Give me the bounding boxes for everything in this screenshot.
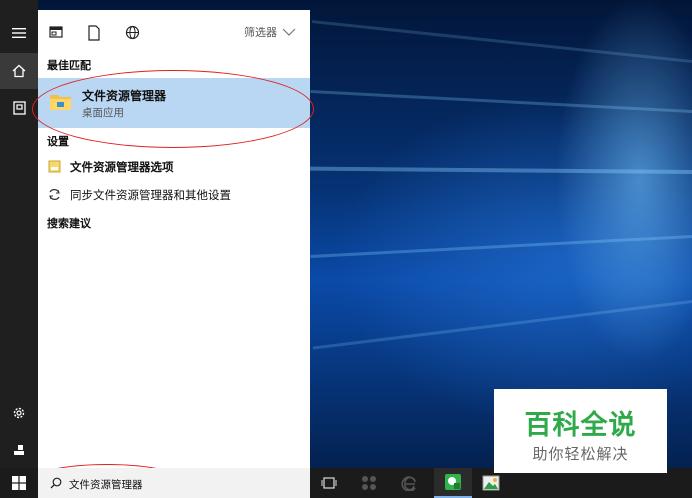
search-suggestions-heading: 搜索建议 — [47, 217, 91, 230]
best-match-heading: 最佳匹配 — [47, 59, 91, 72]
settings-gear-icon[interactable] — [0, 395, 38, 431]
search-icon — [50, 477, 62, 492]
task-view-icon[interactable] — [310, 468, 348, 498]
start-left-rail — [0, 0, 38, 468]
menu-icon[interactable] — [0, 15, 38, 51]
folder-options-icon — [48, 160, 61, 176]
green-app-icon[interactable] — [434, 468, 472, 498]
chevron-down-icon — [282, 28, 296, 36]
settings-item-label: 文件资源管理器选项 — [70, 160, 174, 174]
documents-icon[interactable] — [0, 90, 38, 126]
edge-browser-icon[interactable] — [390, 468, 428, 498]
search-input[interactable]: 文件资源管理器 — [69, 477, 143, 492]
best-match-title: 文件资源管理器 — [82, 89, 167, 103]
filter-label: 筛选器 — [244, 26, 277, 39]
home-icon[interactable] — [0, 53, 38, 89]
filter-dropdown[interactable]: 筛选器 — [244, 24, 296, 40]
search-scope-bar: 筛选器 — [38, 10, 310, 54]
windows-start-icon[interactable] — [0, 468, 38, 498]
best-match-result[interactable]: 文件资源管理器 桌面应用 — [38, 78, 310, 128]
file-explorer-folder-icon — [49, 90, 73, 117]
settings-item-sync[interactable]: 同步文件资源管理器和其他设置 — [38, 182, 310, 208]
watermark-tagline: 助你轻松解决 — [532, 445, 629, 463]
app-tiles-icon[interactable] — [350, 468, 388, 498]
settings-item-label: 同步文件资源管理器和其他设置 — [70, 188, 231, 202]
best-match-subtitle: 桌面应用 — [82, 107, 124, 119]
settings-item-folder-options[interactable]: 文件资源管理器选项 — [38, 154, 310, 180]
sync-icon — [48, 188, 61, 204]
baike-watermark-logo: 百科全说 助你轻松解决 — [494, 389, 667, 473]
settings-heading: 设置 — [47, 135, 69, 148]
documents-scope-icon[interactable] — [87, 25, 103, 41]
account-icon[interactable] — [0, 432, 38, 468]
web-scope-icon[interactable] — [125, 25, 141, 41]
search-results-panel: 筛选器 最佳匹配 文件资源管理器 桌面应用 设置 文件资源管理器选项 同步文件资… — [38, 10, 310, 468]
apps-scope-icon[interactable] — [49, 25, 65, 41]
taskbar-search-box[interactable]: 文件资源管理器 — [38, 468, 310, 498]
watermark-title: 百科全说 — [524, 410, 637, 441]
